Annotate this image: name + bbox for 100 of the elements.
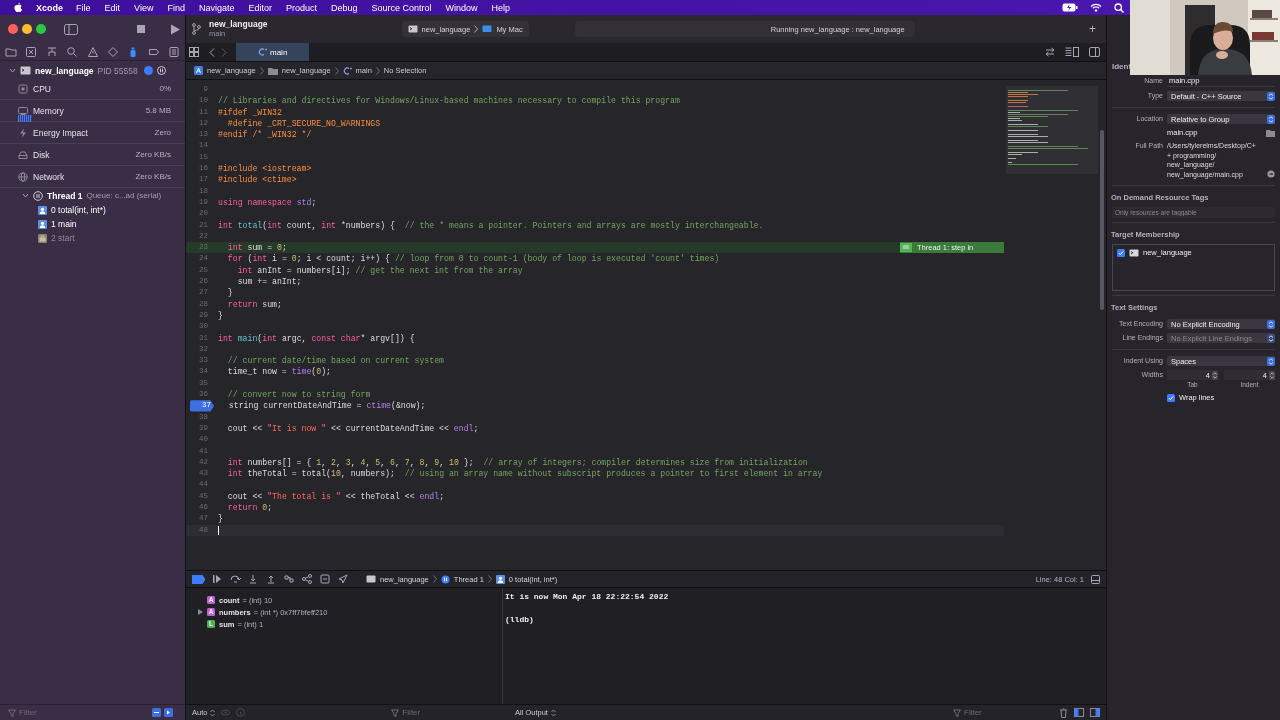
code-line: // current date/time based on current system — [226, 355, 444, 367]
stop-icon[interactable] — [136, 24, 146, 34]
menu-item[interactable]: View — [134, 2, 154, 13]
menu-item[interactable]: Edit — [104, 2, 121, 13]
search-icon[interactable] — [1114, 2, 1124, 13]
code-line: sum += anInt; — [236, 276, 302, 288]
menu-item[interactable]: Help — [491, 2, 511, 13]
code-line: } — [218, 513, 223, 525]
stack-frame[interactable]: 2 start — [51, 233, 75, 243]
cpu-icon — [18, 83, 28, 94]
apple-logo-icon[interactable] — [13, 2, 23, 13]
gauge-label[interactable]: Memory — [33, 105, 64, 116]
split-left-icon[interactable] — [1074, 708, 1084, 717]
menu-item[interactable]: Editor — [248, 2, 272, 13]
menu-item[interactable]: Source Control — [371, 2, 432, 13]
code-line: #define _CRT_SECURE_NO_WARNINGS — [226, 117, 381, 130]
menu-item[interactable]: Window — [445, 2, 478, 13]
updown-icon — [1267, 114, 1275, 124]
step-over-icon[interactable] — [230, 574, 241, 584]
gauge-label[interactable]: Energy Impact — [33, 127, 88, 138]
filter-field[interactable]: Filter — [402, 708, 482, 717]
chevron-down-icon[interactable] — [9, 67, 16, 74]
gauge-label[interactable]: Disk — [33, 149, 50, 160]
minimap-drawing[interactable] — [1006, 86, 1098, 174]
inspector-toggle-icon[interactable] — [1089, 47, 1100, 57]
navigator-tab[interactable] — [5, 45, 17, 58]
swap-icon[interactable] — [1045, 47, 1055, 57]
step-into-icon[interactable] — [248, 574, 259, 584]
stepper-icon[interactable] — [1269, 370, 1275, 380]
checkbox[interactable] — [1117, 248, 1125, 257]
minimize-button[interactable] — [22, 24, 32, 34]
code-line: string currentDateAndTime = ctime(&now); — [227, 400, 426, 412]
editor-options-icon[interactable] — [1065, 47, 1079, 57]
stepper-icon[interactable] — [1212, 370, 1218, 380]
breakpoints-toggle-icon[interactable] — [192, 574, 205, 584]
wifi-icon[interactable] — [1090, 3, 1102, 12]
code-line: #endif /* _WIN32 */ — [218, 129, 312, 141]
zoom-button[interactable] — [36, 24, 46, 34]
checkbox[interactable] — [1167, 393, 1175, 402]
filter-option-icon[interactable] — [164, 708, 173, 717]
disclosure-triangle-icon[interactable] — [198, 609, 203, 615]
cpp-file-icon — [258, 48, 267, 56]
filter-icon[interactable] — [953, 708, 961, 717]
battery-icon[interactable] — [1062, 3, 1078, 12]
menu-item[interactable]: Debug — [331, 2, 358, 13]
memory-graph-icon[interactable] — [302, 574, 313, 584]
thread-icon — [33, 190, 43, 201]
thread-queue: Queue: c...ad (serial) — [86, 191, 162, 200]
step-out-icon[interactable] — [266, 574, 277, 584]
menu-item[interactable]: Find — [167, 2, 185, 13]
code-line: #ifdef _WIN32 — [218, 106, 282, 118]
continue-icon[interactable] — [212, 574, 223, 584]
back-icon[interactable] — [209, 47, 215, 57]
panel-toggle-icon[interactable] — [1091, 574, 1100, 584]
close-button[interactable] — [8, 24, 18, 34]
thread-name[interactable]: Thread 1 — [47, 190, 83, 201]
code-line: cout << "The total is " << theTotal << endl; — [226, 490, 445, 502]
pause-icon[interactable] — [156, 66, 166, 75]
add-button[interactable]: + — [1087, 23, 1098, 35]
navigator-tab[interactable] — [66, 45, 79, 58]
grid-icon[interactable] — [189, 47, 199, 57]
navigator-tab[interactable] — [45, 45, 58, 58]
scrollbar-thumb-icon[interactable] — [1100, 130, 1104, 310]
stack-frame[interactable]: 1 main — [51, 219, 77, 229]
filter-icon[interactable] — [391, 708, 400, 717]
split-right-icon[interactable] — [1090, 708, 1100, 717]
filter-option-icon[interactable] — [152, 708, 161, 717]
debug-view-icon[interactable] — [284, 574, 295, 584]
menu-item[interactable]: Navigate — [198, 2, 235, 13]
run-icon[interactable] — [170, 23, 180, 35]
updown-icon — [1267, 333, 1275, 343]
computer-icon — [482, 25, 493, 33]
sidebar-toggle-icon[interactable] — [64, 23, 78, 35]
gauge-value: 0% — [159, 84, 171, 93]
updown-icon — [550, 708, 556, 717]
menu-item[interactable]: File — [76, 2, 91, 13]
project-icon — [194, 66, 203, 75]
navigator-tab[interactable] — [106, 45, 119, 58]
stack-frame[interactable]: 0 total(int, int*) — [51, 205, 106, 215]
menu-icon[interactable] — [900, 243, 912, 253]
chevron-down-icon[interactable] — [22, 192, 29, 199]
arrow-circle-icon[interactable] — [1267, 170, 1275, 178]
gauge-label[interactable]: CPU — [33, 83, 51, 94]
memory-icon — [18, 105, 28, 116]
code-line: int numbers[] = { 1, 2, 3, 4, 5, 6, 7, 8, 9, 10 }; // array of integers; compiler determines size from initialization — [226, 456, 808, 469]
navigator-tab[interactable] — [86, 45, 99, 58]
folder-icon[interactable] — [1266, 128, 1275, 137]
location-icon[interactable] — [338, 574, 349, 584]
chevron-right-icon — [375, 66, 380, 75]
code-line: return 0; — [226, 502, 273, 514]
editor-tab[interactable]: main — [236, 43, 310, 61]
app-menu[interactable]: Xcode — [36, 2, 63, 13]
trash-icon[interactable] — [1059, 707, 1068, 718]
code-line: #include <iostream> — [218, 163, 312, 175]
filter-field[interactable]: Filter — [964, 708, 1053, 717]
navigator-tab[interactable] — [168, 45, 180, 58]
gauge-label[interactable]: Network — [33, 171, 65, 182]
navigator-tab[interactable] — [25, 45, 38, 58]
menu-item[interactable]: Product — [285, 2, 317, 13]
app-icon — [407, 25, 418, 33]
